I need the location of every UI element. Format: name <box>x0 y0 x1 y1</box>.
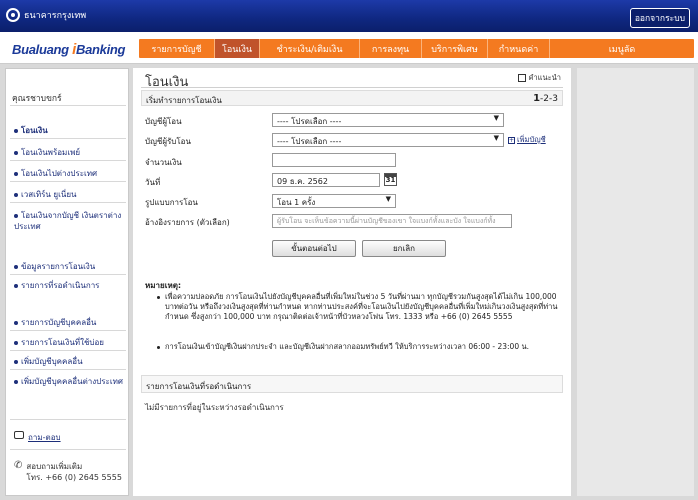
add-account-link[interactable]: + เพิ่มบัญชี <box>508 134 546 146</box>
divider <box>10 369 126 370</box>
reference-label: อ้างอิงรายการ (ตัวเลือก) <box>145 218 230 227</box>
bullet-icon <box>14 359 18 364</box>
note-item: เพื่อความปลอดภัย การโอนเงินไปยังบัญชีบุค… <box>157 292 563 322</box>
sidebar-item-favorite-transfers[interactable]: รายการโอนเงินที่ใช้บ่อย <box>14 337 126 348</box>
sidebar-item-fcd-transfer[interactable]: โอนเงินจากบัญชี เงินตราต่างประเทศ <box>14 210 126 232</box>
menu-investment[interactable]: การลงทุน <box>360 39 422 58</box>
help-icon <box>518 74 527 82</box>
amount-label: จำนวนเงิน <box>145 158 182 167</box>
menu-transfer[interactable]: โอนเงิน <box>215 39 260 58</box>
divider <box>10 330 126 331</box>
bullet-icon <box>14 128 18 133</box>
chat-bubble-icon <box>14 431 24 439</box>
to-account-select[interactable]: ---- โปรดเลือก ---- ▼ <box>272 133 504 147</box>
bank-emblem-icon <box>6 8 20 22</box>
chevron-down-icon: ▼ <box>493 134 499 142</box>
contact-info: ✆ สอบถามเพิ่มเติม โทร. +66 (0) 2645 5555 <box>14 461 122 483</box>
bualuang-ibanking-logo: Bualuang iBanking <box>12 41 126 58</box>
bullet-icon <box>14 320 18 325</box>
section-title: เริ่มทำรายการโอนเงิน <box>146 96 222 105</box>
pending-transfers-header: รายการโอนเงินที่รอดำเนินการ <box>141 375 563 393</box>
divider <box>10 449 126 450</box>
bullet-icon <box>14 340 18 345</box>
page-title: โอนเงิน <box>145 75 189 90</box>
chevron-down-icon: ▼ <box>385 195 391 203</box>
help-link[interactable]: คำแนะนำ <box>518 72 561 84</box>
bullet-icon <box>14 264 18 269</box>
sidebar-item-international[interactable]: โอนเงินไปต่างประเทศ <box>14 168 126 179</box>
from-account-label: บัญชีผู้โอน <box>145 117 182 126</box>
menu-shortcuts[interactable]: เมนูลัด <box>550 39 694 58</box>
sidebar-item-third-party-accounts[interactable]: รายการบัญชีบุคคลอื่น <box>14 317 126 328</box>
divider <box>10 181 126 182</box>
menu-special-services[interactable]: บริการพิเศษ <box>422 39 488 58</box>
divider <box>10 105 126 106</box>
divider <box>10 274 126 275</box>
transfer-type-label: รูปแบบการโอน <box>145 198 198 207</box>
amount-input[interactable] <box>272 153 396 167</box>
phone-icon: ✆ <box>14 460 23 471</box>
bullet-icon <box>14 171 18 176</box>
reference-input[interactable]: ผู้รับโอน จะเห็นข้อความนี้ผ่านบัญชีของเข… <box>272 214 512 228</box>
plus-icon: + <box>508 136 515 144</box>
bank-header: ธนาคารกรุงเทพ ออกจากระบบ <box>0 0 698 32</box>
sidebar-item-promptpay[interactable]: โอนเงินพร้อมเพย์ <box>14 147 126 158</box>
bullet-icon <box>14 213 18 218</box>
bank-logo: ธนาคารกรุงเทพ <box>6 8 86 22</box>
divider <box>10 350 126 351</box>
section-header: เริ่มทำรายการโอนเงิน 1-2-3 <box>141 90 563 106</box>
transfer-type-select[interactable]: โอน 1 ครั้ง ▼ <box>272 194 396 208</box>
note-item: การโอนเงินเข้าบัญชีเงินฝากประจำ และบัญชี… <box>157 342 563 352</box>
sidebar: คุณรชาบขกร์ โอนเงิน โอนเงินพร้อมเพย์ โอน… <box>5 68 129 496</box>
faq-link[interactable]: ถาม-ตอบ <box>14 431 61 444</box>
bullet-icon <box>157 296 160 299</box>
bullet-icon <box>14 283 18 288</box>
next-step-button[interactable]: ขั้นตอนต่อไป <box>272 240 356 257</box>
bullet-icon <box>14 379 18 384</box>
bullet-icon <box>14 192 18 197</box>
contact-label: สอบถามเพิ่มเติม <box>26 462 83 471</box>
divider <box>10 419 126 420</box>
sidebar-item-add-third-party[interactable]: เพิ่มบัญชีบุคคลอื่น <box>14 356 126 367</box>
sidebar-item-western-union[interactable]: เวสเทิร์น ยูเนี่ยน <box>14 189 126 200</box>
logout-button[interactable]: ออกจากระบบ <box>629 8 690 28</box>
step-indicator: 1-2-3 <box>533 93 558 104</box>
chevron-down-icon: ▼ <box>493 114 499 122</box>
bullet-icon <box>14 150 18 155</box>
date-label: วันที่ <box>145 178 161 187</box>
right-panel <box>577 68 694 496</box>
user-name: คุณรชาบขกร์ <box>12 94 62 104</box>
divider <box>10 160 126 161</box>
sidebar-item-transfer-info[interactable]: ข้อมูลรายการโอนเงิน <box>14 261 126 272</box>
note-title: หมายเหตุ: <box>145 281 182 290</box>
menu-settings[interactable]: กำหนดค่า <box>488 39 550 58</box>
sidebar-item-pending[interactable]: รายการที่รอดำเนินการ <box>14 280 126 291</box>
bullet-icon <box>157 346 160 349</box>
cancel-button[interactable]: ยกเลิก <box>362 240 446 257</box>
pending-empty-message: ไม่มีรายการที่อยู่ในระหว่างรอดำเนินการ <box>145 403 284 412</box>
to-account-label: บัญชีผู้รับโอน <box>145 137 191 146</box>
from-account-select[interactable]: ---- โปรดเลือก ---- ▼ <box>272 113 504 127</box>
sidebar-item-transfer[interactable]: โอนเงิน <box>14 125 126 136</box>
menu-accounts[interactable]: รายการบัญชี <box>139 39 215 58</box>
bank-name: ธนาคารกรุงเทพ <box>24 11 87 21</box>
calendar-icon[interactable]: 31 <box>384 173 397 186</box>
divider <box>141 87 563 88</box>
divider <box>10 138 126 139</box>
main-menu: รายการบัญชี โอนเงิน ชำระเงิน/เติมเงิน กา… <box>139 39 694 58</box>
main-content: โอนเงิน คำแนะนำ เริ่มทำรายการโอนเงิน 1-2… <box>133 68 571 496</box>
menu-payment[interactable]: ชำระเงิน/เติมเงิน <box>260 39 360 58</box>
sidebar-item-add-international[interactable]: เพิ่มบัญชีบุคคลอื่นต่างประเทศ <box>14 376 126 387</box>
date-input[interactable]: 09 ธ.ค. 2562 <box>272 173 380 187</box>
contact-phone: โทร. +66 (0) 2645 5555 <box>26 473 122 482</box>
divider <box>10 202 126 203</box>
